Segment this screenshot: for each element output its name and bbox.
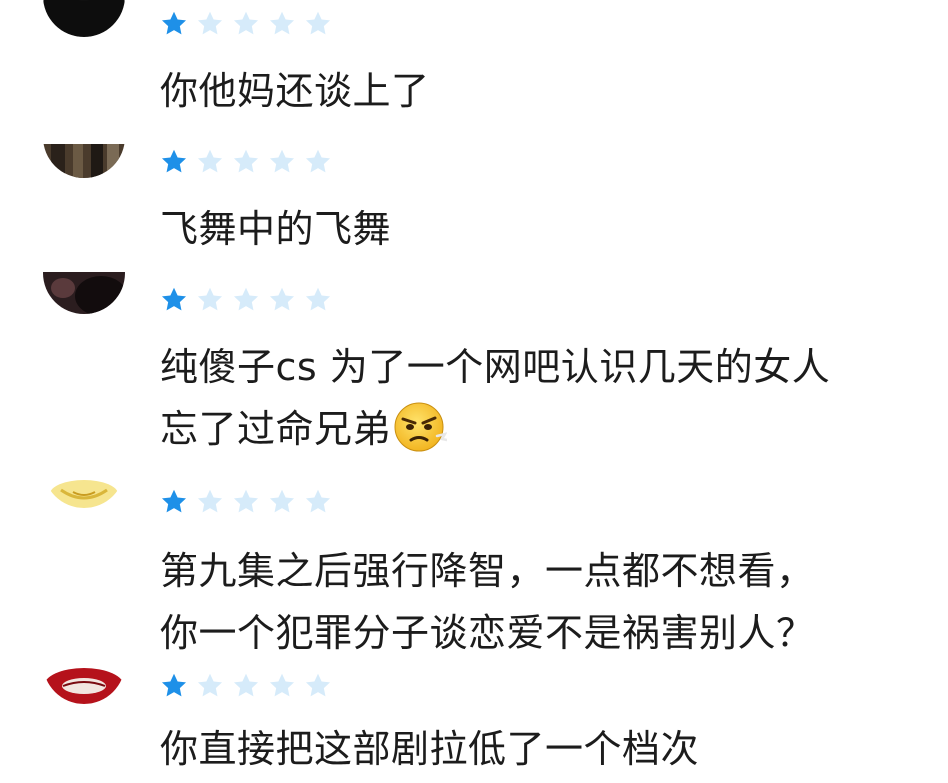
star-empty-icon	[197, 287, 223, 311]
user-avatar[interactable]	[43, 232, 125, 314]
review-text-segment: 忘了过命兄弟	[160, 407, 392, 451]
star-empty-icon	[233, 489, 259, 513]
star-filled-icon	[161, 287, 187, 311]
star-empty-icon	[269, 149, 295, 173]
review-text: 第九集之后强行降智，一点都不想看， 你一个犯罪分子谈恋爱不是祸害别人？	[160, 540, 815, 664]
star-empty-icon	[269, 11, 295, 35]
user-avatar[interactable]	[43, 0, 125, 37]
star-rating	[160, 286, 332, 316]
review-text-line: 你直接把这部剧拉低了一个档次	[160, 727, 700, 771]
star-rating	[160, 148, 332, 178]
star-empty-icon	[197, 149, 223, 173]
star-filled-icon	[161, 11, 187, 35]
star-empty-icon	[233, 11, 259, 35]
star-filled-icon	[161, 673, 187, 697]
star-filled-icon	[161, 149, 187, 173]
review-text-line: 飞舞中的飞舞	[160, 207, 392, 251]
review-text-line: 你一个犯罪分子谈恋爱不是祸害别人？	[160, 611, 815, 655]
star-empty-icon	[269, 287, 295, 311]
star-rating	[160, 488, 332, 518]
star-empty-icon	[233, 149, 259, 173]
star-empty-icon	[305, 489, 331, 513]
star-empty-icon	[269, 673, 295, 697]
user-avatar[interactable]	[43, 622, 125, 704]
star-empty-icon	[305, 149, 331, 173]
review-text-line: 你他妈还谈上了	[160, 69, 430, 113]
review-text-line: 纯傻子cs 为了一个网吧认识几天的女人	[160, 345, 831, 389]
star-empty-icon	[305, 673, 331, 697]
star-empty-icon	[305, 11, 331, 35]
review-text: 纯傻子cs 为了一个网吧认识几天的女人 忘了过命兄弟	[160, 336, 830, 460]
review-text-line: 忘了过命兄弟	[160, 398, 830, 460]
user-avatar[interactable]	[43, 426, 125, 508]
review-text: 飞舞中的飞舞	[160, 198, 391, 260]
user-avatar[interactable]	[43, 96, 125, 178]
star-empty-icon	[269, 489, 295, 513]
review-text: 你他妈还谈上了	[160, 60, 430, 122]
star-filled-icon	[161, 489, 187, 513]
review-text-line: 第九集之后强行降智，一点都不想看，	[160, 549, 815, 593]
star-empty-icon	[197, 11, 223, 35]
star-empty-icon	[197, 673, 223, 697]
star-empty-icon	[197, 489, 223, 513]
star-rating	[160, 10, 332, 40]
star-rating	[160, 672, 332, 702]
angry-face-emoji-icon	[394, 402, 448, 452]
review-text: 你直接把这部剧拉低了一个档次	[160, 718, 699, 780]
star-empty-icon	[233, 287, 259, 311]
star-empty-icon	[305, 287, 331, 311]
star-empty-icon	[233, 673, 259, 697]
